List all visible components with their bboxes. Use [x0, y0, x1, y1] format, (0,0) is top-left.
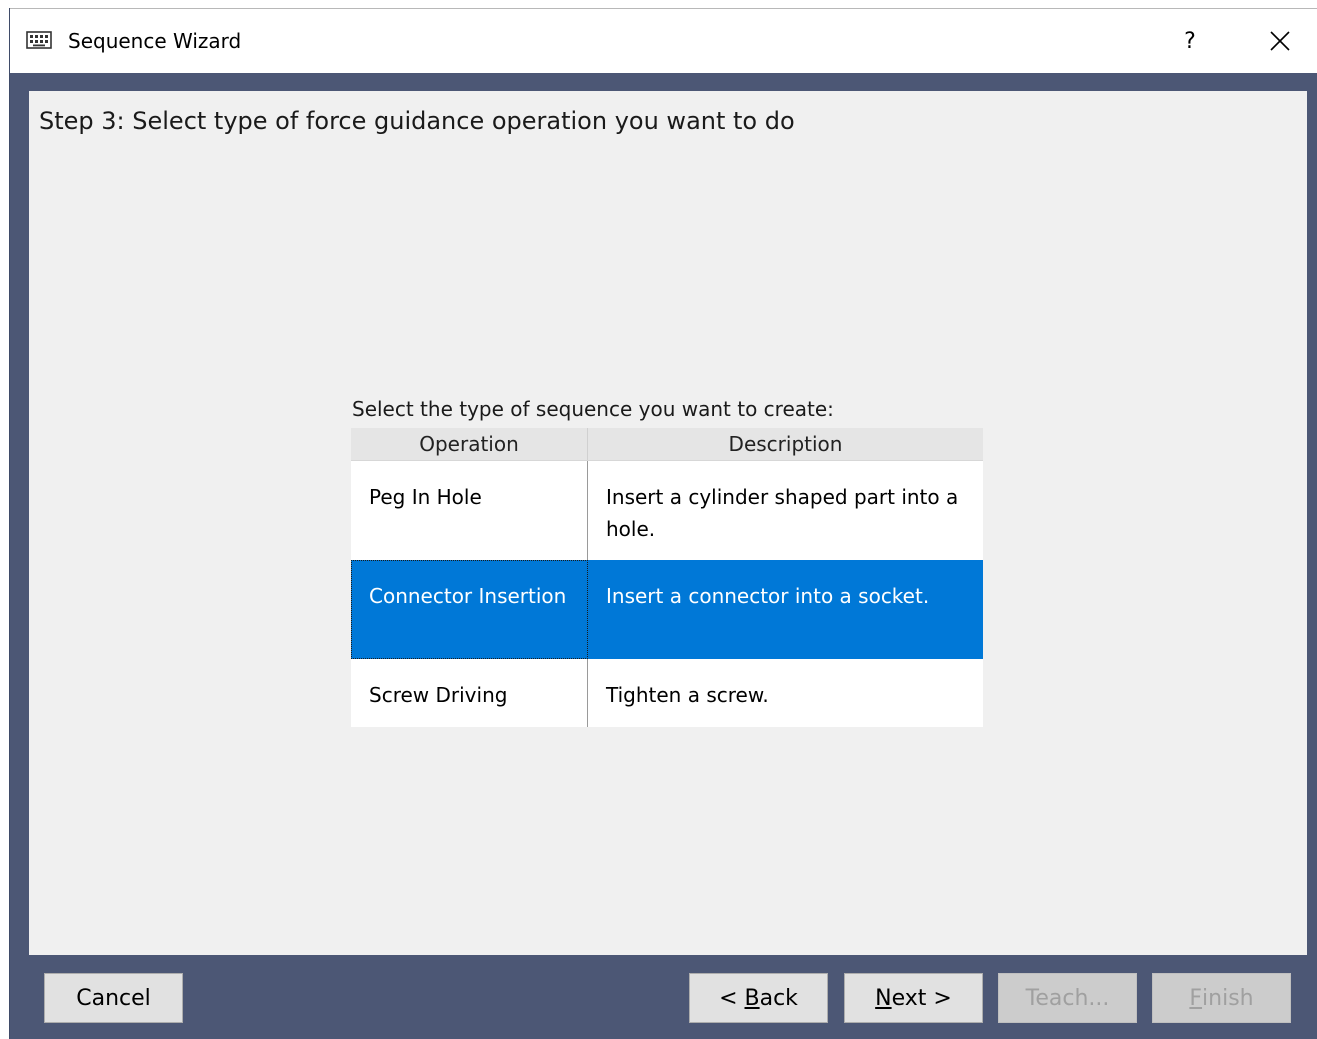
- table-row-connector-insertion[interactable]: Connector Insertion Insert a connector i…: [351, 560, 983, 659]
- column-header-operation[interactable]: Operation: [351, 428, 588, 460]
- table-row-peg-in-hole[interactable]: Peg In Hole Insert a cylinder shaped par…: [351, 461, 983, 560]
- close-icon: [1270, 31, 1290, 51]
- sequence-type-table: Operation Description Peg In Hole Insert…: [351, 428, 983, 727]
- window-title: Sequence Wizard: [68, 29, 242, 53]
- back-button[interactable]: < Back: [689, 973, 828, 1023]
- wizard-content: Step 3: Select type of force guidance op…: [29, 91, 1307, 955]
- description-cell: Insert a cylinder shaped part into a hol…: [606, 485, 959, 541]
- step-title: Step 3: Select type of force guidance op…: [39, 107, 795, 135]
- title-bar: Sequence Wizard ?: [10, 9, 1317, 73]
- teach-button[interactable]: Teach...: [998, 973, 1137, 1023]
- keyboard-icon: [26, 31, 52, 49]
- finish-button[interactable]: Finish: [1152, 973, 1291, 1023]
- operation-cell: Peg In Hole: [351, 461, 588, 560]
- background-window-strip: [0, 0, 1317, 9]
- selection-prompt: Select the type of sequence you want to …: [352, 397, 834, 421]
- cancel-button[interactable]: Cancel: [44, 973, 183, 1023]
- next-rest: ext >: [891, 985, 952, 1011]
- finish-mnemonic: F: [1189, 985, 1203, 1011]
- next-mnemonic: N: [875, 985, 892, 1011]
- operation-cell: Screw Driving: [351, 659, 588, 727]
- help-button[interactable]: ?: [1160, 9, 1220, 73]
- table-row-screw-driving[interactable]: Screw Driving Tighten a screw.: [351, 659, 983, 727]
- description-cell: Tighten a screw.: [606, 683, 769, 707]
- table-header: Operation Description: [351, 428, 983, 461]
- operation-cell: Connector Insertion: [351, 560, 588, 659]
- finish-rest: inish: [1202, 985, 1254, 1011]
- sequence-wizard-dialog: Sequence Wizard ? Step 3: Select type of…: [10, 9, 1317, 1039]
- cancel-label: Cancel: [76, 985, 151, 1011]
- description-cell: Insert a connector into a socket.: [606, 584, 930, 608]
- back-prefix: <: [719, 985, 745, 1011]
- back-rest: ack: [759, 985, 798, 1011]
- next-button[interactable]: Next >: [844, 973, 983, 1023]
- close-button[interactable]: [1250, 9, 1310, 73]
- background-window-edge: [0, 8, 10, 1039]
- back-mnemonic: B: [744, 985, 760, 1011]
- teach-label: Teach...: [1025, 985, 1110, 1011]
- column-header-description[interactable]: Description: [588, 428, 983, 460]
